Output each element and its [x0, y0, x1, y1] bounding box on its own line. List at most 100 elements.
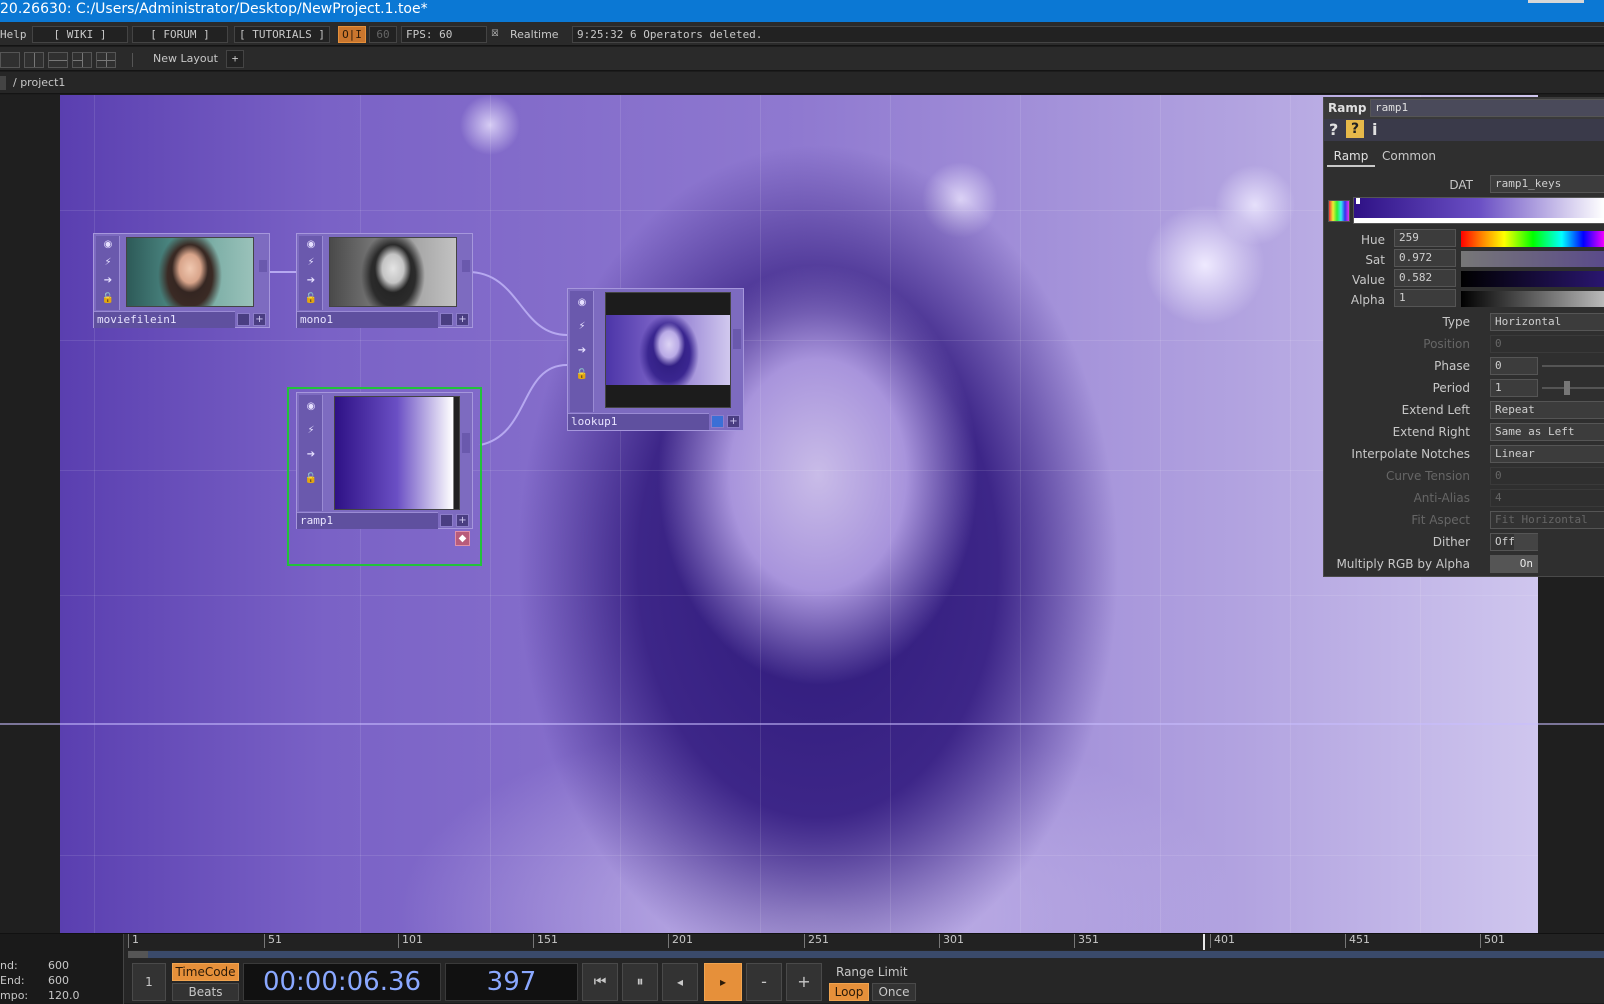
node-label[interactable]: moviefilein1 — [94, 311, 235, 328]
color-picker-icon[interactable] — [1328, 200, 1350, 222]
alpha-field[interactable]: 1 — [1394, 289, 1456, 307]
lock-flag-icon[interactable]: 🔓 — [96, 290, 120, 308]
forum-button[interactable]: [ FORUM ] — [132, 26, 228, 43]
layout-quad-icon[interactable] — [96, 52, 116, 68]
period-slider-handle[interactable] — [1564, 381, 1570, 395]
hue-slider[interactable] — [1461, 231, 1604, 247]
param-dither[interactable]: Dither Off — [1324, 532, 1604, 552]
alpha-slider[interactable] — [1461, 291, 1604, 307]
info-icon[interactable]: i — [1372, 120, 1377, 139]
param-type[interactable]: Type Horizontal — [1324, 312, 1604, 332]
node-lookup[interactable]: ◉ ⚡ ➔ 🔓 lookup1 + — [567, 288, 744, 431]
param-extend-left[interactable]: Extend Left Repeat — [1324, 400, 1604, 420]
param-fit-aspect[interactable]: Fit Aspect Fit Horizontal — [1324, 510, 1604, 530]
lock-flag-icon[interactable]: 🔓 — [299, 467, 323, 491]
value-slider[interactable] — [1461, 271, 1604, 287]
realtime-checkbox-icon[interactable]: ☒ — [491, 25, 499, 40]
viewer-active-icon[interactable]: ◆ — [455, 531, 470, 546]
output-connector[interactable] — [733, 329, 741, 349]
param-position[interactable]: Position 0 — [1324, 334, 1604, 354]
home-icon[interactable] — [0, 76, 6, 90]
scrollbar-handle[interactable] — [128, 951, 148, 958]
hue-field[interactable]: 259 — [1394, 229, 1456, 247]
lock-flag-icon[interactable]: 🔓 — [299, 290, 323, 308]
arrow-flag-icon[interactable]: ➔ — [299, 272, 323, 290]
help-icon[interactable]: ? — [1329, 120, 1338, 139]
pause-icon[interactable]: ⏸ — [622, 963, 658, 1001]
node-bypass-button[interactable] — [711, 415, 724, 428]
range-start-button[interactable]: 1 — [132, 963, 166, 1001]
window-control[interactable] — [1528, 0, 1584, 3]
ramp-key-handle[interactable] — [1356, 198, 1360, 204]
tab-ramp[interactable]: Ramp — [1327, 147, 1375, 167]
tutorials-button[interactable]: [ TUTORIALS ] — [234, 26, 330, 43]
viewer-flag-icon[interactable]: ◉ — [299, 395, 323, 419]
param-value[interactable]: Linear — [1490, 445, 1604, 463]
increase-speed-button[interactable]: + — [786, 963, 822, 1001]
node-plus-button[interactable]: + — [253, 313, 266, 326]
value-field[interactable]: 0.582 — [1394, 269, 1456, 287]
add-layout-button[interactable]: + — [226, 50, 244, 68]
end-value[interactable]: 600 — [48, 959, 69, 972]
op-name-field[interactable]: ramp1 — [1370, 99, 1604, 117]
tempo-value[interactable]: 120.0 — [48, 989, 80, 1002]
param-value[interactable]: 0 — [1490, 357, 1538, 375]
cook-flag-icon[interactable]: ⚡ — [570, 315, 594, 339]
layout-triple-icon[interactable] — [72, 52, 92, 68]
fps-target-field[interactable]: 60 — [369, 26, 397, 43]
sat-field[interactable]: 0.972 — [1394, 249, 1456, 267]
playhead[interactable] — [1203, 934, 1205, 950]
node-moviefilein[interactable]: ◉ ⚡ ➔ 🔓 moviefilein1 + — [93, 233, 270, 328]
arrow-flag-icon[interactable]: ➔ — [96, 272, 120, 290]
node-label[interactable]: ramp1 — [297, 512, 438, 529]
decrease-speed-button[interactable]: - — [746, 963, 782, 1001]
network-path[interactable]: / project1 — [13, 76, 65, 89]
beats-toggle[interactable]: Beats — [172, 983, 239, 1001]
param-period[interactable]: Period 1 — [1324, 378, 1604, 398]
node-bypass-button[interactable] — [237, 313, 250, 326]
param-anti-alias[interactable]: Anti-Alias 4 — [1324, 488, 1604, 508]
ramp-gradient-editor[interactable] — [1353, 197, 1604, 224]
param-phase[interactable]: Phase 0 — [1324, 356, 1604, 376]
node-label[interactable]: mono1 — [297, 311, 438, 328]
rewind-to-start-icon[interactable]: ⏮ — [582, 963, 618, 1001]
phase-slider[interactable] — [1542, 365, 1604, 367]
param-interpolate-notches[interactable]: Interpolate Notches Linear — [1324, 444, 1604, 464]
output-connector[interactable] — [462, 433, 470, 453]
param-curve-tension[interactable]: Curve Tension 0 — [1324, 466, 1604, 486]
param-value[interactable]: 4 — [1490, 489, 1604, 507]
node-ramp[interactable]: ◉ ⚡ ➔ 🔓 ramp1 + — [296, 392, 473, 529]
layout-split-vertical-icon[interactable] — [24, 52, 44, 68]
arrow-flag-icon[interactable]: ➔ — [299, 443, 323, 467]
timecode-toggle[interactable]: TimeCode — [172, 963, 239, 981]
range-end-value[interactable]: 600 — [48, 974, 69, 987]
tab-common[interactable]: Common — [1380, 147, 1438, 167]
node-plus-button[interactable]: + — [456, 313, 469, 326]
menu-help[interactable]: Help — [0, 27, 27, 42]
viewer-flag-icon[interactable]: ◉ — [570, 291, 594, 315]
param-extend-right[interactable]: Extend Right Same as Left — [1324, 422, 1604, 442]
param-value[interactable]: Horizontal — [1490, 313, 1604, 331]
node-bypass-button[interactable] — [440, 313, 453, 326]
param-value[interactable]: 0 — [1490, 335, 1604, 353]
wiki-button[interactable]: [ WIKI ] — [32, 26, 128, 43]
new-layout-label[interactable]: New Layout — [153, 51, 218, 66]
timeline-scrollbar[interactable] — [128, 951, 1604, 958]
sat-slider[interactable] — [1461, 251, 1604, 267]
param-value[interactable]: Fit Horizontal — [1490, 511, 1604, 529]
arrow-flag-icon[interactable]: ➔ — [570, 339, 594, 363]
step-back-icon[interactable]: ◂ — [662, 963, 698, 1001]
param-value[interactable]: Repeat — [1490, 401, 1604, 419]
lock-flag-icon[interactable]: 🔓 — [570, 363, 594, 387]
param-multiply-rgb-by-alpha[interactable]: Multiply RGB by Alpha On — [1324, 554, 1604, 574]
layout-single-icon[interactable] — [0, 52, 20, 68]
node-label[interactable]: lookup1 — [568, 413, 709, 430]
once-toggle[interactable]: Once — [872, 983, 916, 1001]
node-plus-button[interactable]: + — [456, 514, 469, 527]
param-value[interactable]: Same as Left — [1490, 423, 1604, 441]
param-value[interactable]: On — [1490, 555, 1538, 573]
node-mono[interactable]: ◉ ⚡ ➔ 🔓 mono1 + — [296, 233, 473, 328]
param-value[interactable]: 1 — [1490, 379, 1538, 397]
dither-toggle[interactable] — [1514, 534, 1538, 550]
node-bypass-button[interactable] — [440, 514, 453, 527]
